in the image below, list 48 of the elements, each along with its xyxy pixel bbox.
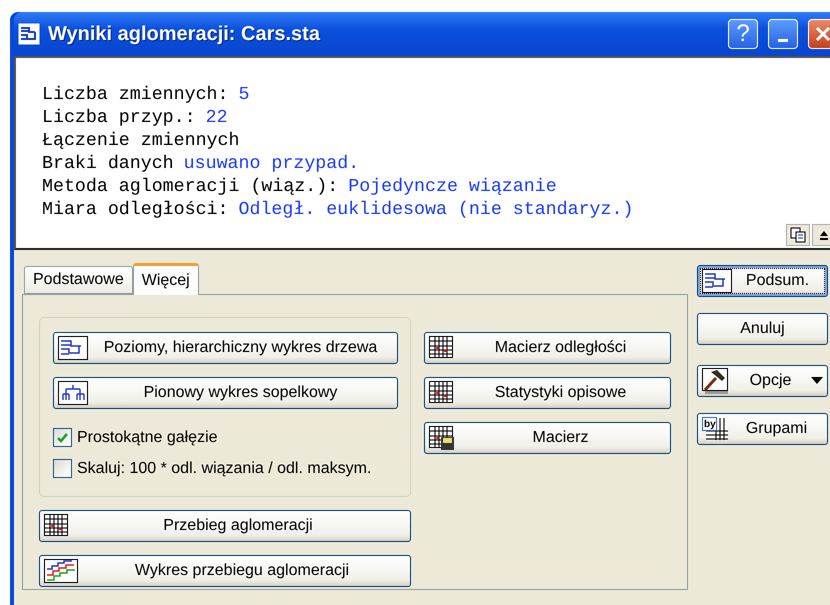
copy-icon [790,227,806,243]
close-button[interactable] [808,19,830,49]
collapse-icon [818,229,830,241]
option-button[interactable]: Statystyki opisowe [424,377,671,409]
checkbox[interactable] [53,428,72,447]
dialog-button[interactable]: Opcje [697,365,828,397]
option-button[interactable]: Pionowy wykres sopelkowy [53,377,398,409]
hammer-icon [702,368,730,394]
dialog-button[interactable]: Anuluj [697,313,828,345]
table-icon [429,336,455,360]
minimize-button[interactable] [768,19,798,49]
window-title: Wyniki aglomeracji: Cars.sta [48,22,322,46]
collapse-button[interactable] [812,224,830,246]
output-label: Braki danych [42,154,174,174]
option-button[interactable]: Wykres przebiegu aglomeracji [39,555,411,587]
output-value: Odległ. euklidesowa (nie standaryz.) [238,200,634,220]
tab[interactable]: Więcej [132,263,199,295]
table-save-icon [429,426,455,450]
dialog-button[interactable]: by Grupami [697,413,828,445]
copy-button[interactable] [786,224,810,246]
output-value: 5 [238,85,250,105]
output-label: Metoda aglomeracji (wiąz.): [42,177,338,197]
checkmark-icon [56,432,69,444]
tree-diagram-icon [702,269,732,293]
option-button[interactable]: Macierz odległości [424,332,671,364]
table-icon [429,381,455,405]
checkbox-label: Skaluj: 100 * odl. wiązania / odl. maksym. [77,460,372,478]
option-button[interactable]: Przebieg aglomeracji [39,510,411,542]
output-label: Miara odległości: [42,200,228,220]
output-value: usuwano przypad. [184,154,360,174]
tree-diagram-icon [58,381,88,405]
tree-diagram-icon [58,336,88,360]
close-icon [815,26,830,42]
minimize-icon [778,38,788,42]
checkbox-label: Prostokątne gałęzie [77,428,218,446]
option-button[interactable]: Macierz [424,422,671,454]
output-label: Liczba zmiennych: [42,85,228,105]
output-label: Liczba przyp.: [42,108,196,128]
tree-diagram-icon [18,23,40,45]
output-value: Pojedyncze wiązanie [348,177,557,197]
option-button[interactable]: Poziomy, hierarchiczny wykres drzewa [53,332,398,364]
checkbox[interactable] [53,459,72,478]
dialog-button[interactable]: Podsum. [697,265,828,297]
output-value: 22 [206,108,228,128]
output-label: Łączenie zmiennych [42,131,240,151]
table-icon [44,514,70,538]
tab[interactable]: Podstawowe [24,266,133,294]
line-chart-icon [44,559,78,583]
